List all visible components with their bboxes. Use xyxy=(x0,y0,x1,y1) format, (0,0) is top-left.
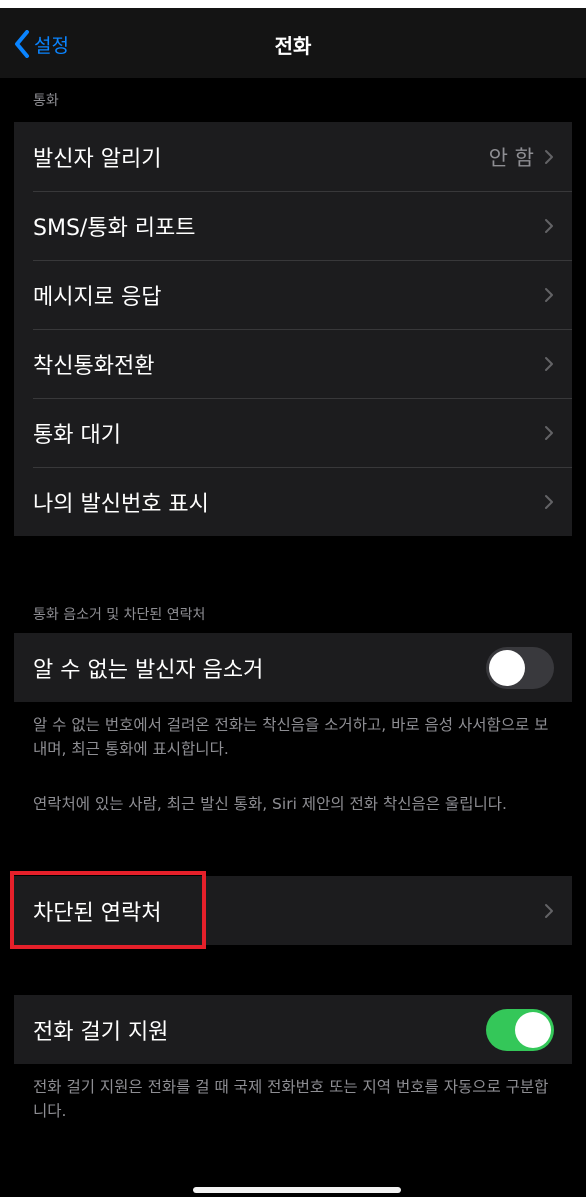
row-label: 발신자 알리기 xyxy=(33,146,162,172)
dial-assist-toggle[interactable] xyxy=(486,1008,554,1051)
silence-footnote-2: 연락처에 있는 사람, 최근 발신 통화, Siri 제안의 전화 착신음은 울… xyxy=(33,795,507,813)
chevron-right-icon xyxy=(545,149,553,164)
row-call-waiting[interactable]: 통화 대기 xyxy=(14,398,572,467)
chevron-right-icon xyxy=(545,287,553,302)
section-header-silence: 통화 음소거 및 차단된 연락처 xyxy=(33,607,206,623)
row-blocked-contacts[interactable]: 차단된 연락처 xyxy=(14,876,572,945)
silence-footnote-1: 알 수 없는 번호에서 걸려온 전화는 착신음을 소거하고, 바로 음성 사서함… xyxy=(33,716,549,758)
row-silence-unknown-callers: 알 수 없는 발신자 음소거 xyxy=(14,633,572,702)
row-call-forwarding[interactable]: 착신통화전환 xyxy=(14,329,572,398)
row-label: SMS/통화 리포트 xyxy=(33,215,196,241)
row-label: 착신통화전환 xyxy=(33,353,155,379)
row-value: 안 함 xyxy=(488,145,534,170)
toggle-knob xyxy=(489,649,525,686)
silence-unknown-toggle[interactable] xyxy=(486,646,554,689)
row-label: 나의 발신번호 표시 xyxy=(33,491,209,517)
chevron-right-icon xyxy=(545,356,553,371)
chevron-right-icon xyxy=(545,494,553,509)
home-indicator xyxy=(193,1187,401,1193)
section-header-calls: 통화 xyxy=(33,93,59,109)
dial-assist-group: 전화 걸기 지원 xyxy=(14,995,572,1064)
silence-group: 알 수 없는 발신자 음소거 xyxy=(14,633,572,702)
chevron-right-icon xyxy=(545,218,553,233)
top-edge xyxy=(0,0,586,8)
chevron-right-icon xyxy=(545,425,553,440)
row-label: 메시지로 응답 xyxy=(33,284,162,310)
row-label: 차단된 연락처 xyxy=(33,900,162,926)
row-label: 전화 걸기 지원 xyxy=(33,1019,169,1045)
blocked-group: 차단된 연락처 xyxy=(14,876,572,945)
row-sms-call-report[interactable]: SMS/통화 리포트 xyxy=(14,191,572,260)
row-dial-assist: 전화 걸기 지원 xyxy=(14,995,572,1064)
row-respond-with-text[interactable]: 메시지로 응답 xyxy=(14,260,572,329)
row-label: 알 수 없는 발신자 음소거 xyxy=(33,657,264,683)
chevron-right-icon xyxy=(545,903,553,918)
dial-assist-footnote: 전화 걸기 지원은 전화를 걸 때 국제 전화번호 또는 지역 번호를 자동으로… xyxy=(33,1078,549,1120)
calls-group: 발신자 알리기 안 함 SMS/통화 리포트 메시지로 응답 착신통화전환 통화… xyxy=(14,122,572,536)
row-label: 통화 대기 xyxy=(33,422,121,448)
page-title: 전화 xyxy=(274,34,312,58)
navigation-bar: 설정 전화 xyxy=(0,8,586,78)
row-caller-id-announce[interactable]: 발신자 알리기 안 함 xyxy=(14,122,572,191)
toggle-knob xyxy=(515,1011,551,1048)
row-show-my-caller-id[interactable]: 나의 발신번호 표시 xyxy=(14,467,572,536)
